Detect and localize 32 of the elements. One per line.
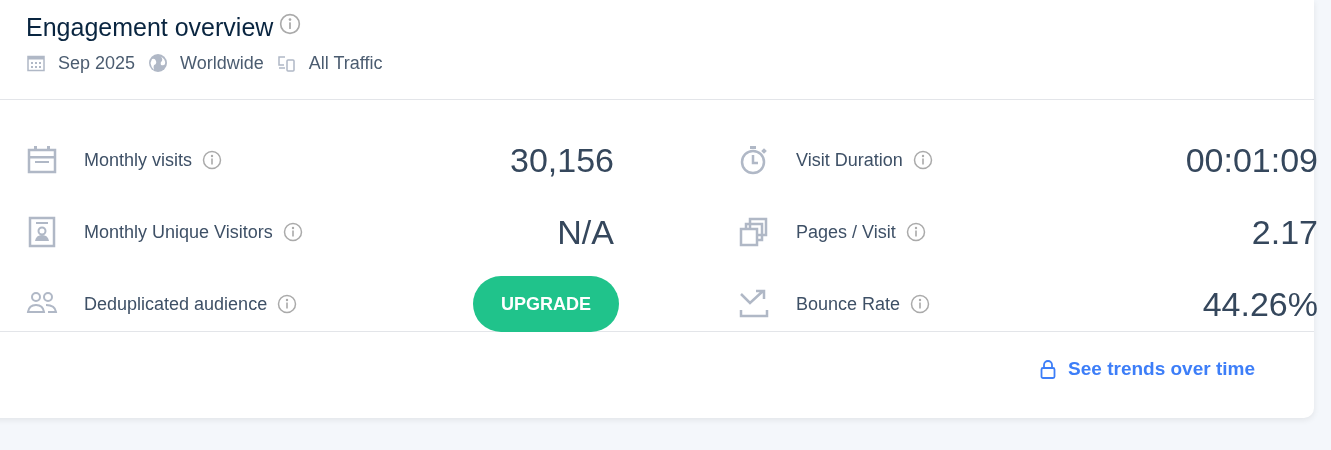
globe-icon [148,53,169,73]
devices-icon [276,53,297,73]
metric-label: Bounce Rate [796,293,901,315]
metric-value: 30,156 [510,140,614,180]
stacked-pages-icon [738,216,770,248]
card-title: Engagement overview [26,12,274,42]
info-icon[interactable] [279,13,302,35]
metric-value: 2.17 [1251,212,1318,252]
calendar-icon [26,53,46,73]
metric-value: 00:01:09 [1185,140,1318,180]
info-icon[interactable] [910,294,931,314]
info-icon[interactable] [905,222,926,242]
metric-label: Monthly Unique Visitors [84,221,273,243]
calendar-icon [26,144,58,176]
upgrade-button[interactable]: UPGRADE [473,276,619,332]
portrait-icon [26,216,58,248]
metric-label: Monthly visits [84,149,193,171]
filter-label: Worldwide [180,52,264,74]
see-trends-link[interactable]: See trends over time [1040,358,1255,380]
filter-label: Sep 2025 [58,52,136,74]
metric-label: Deduplicated audience [84,293,268,315]
info-icon[interactable] [912,150,933,170]
bounce-arrow-icon [738,288,770,320]
metric-label: Pages / Visit [796,221,896,243]
metric-value: N/A [557,212,614,252]
info-icon[interactable] [282,222,303,242]
lock-icon [1040,359,1057,379]
info-icon[interactable] [277,294,298,314]
metric-value: 44.26% [1202,284,1318,324]
filter-label: All Traffic [308,52,383,74]
info-icon[interactable] [202,150,223,170]
metric-label: Visit Duration [796,149,903,171]
